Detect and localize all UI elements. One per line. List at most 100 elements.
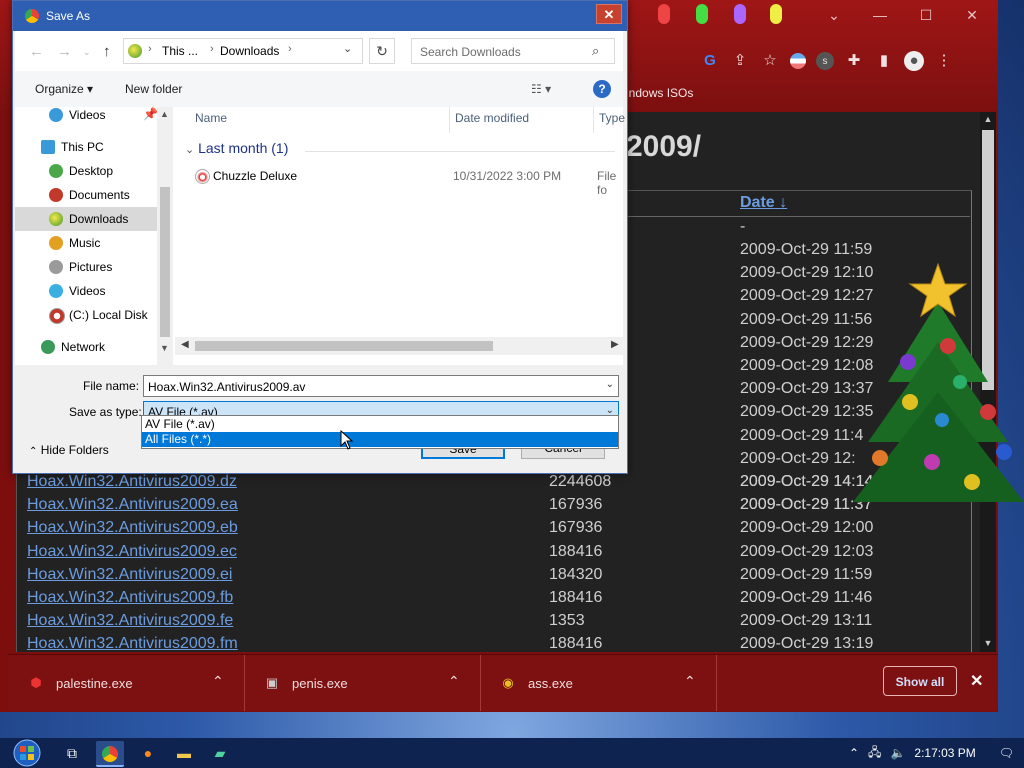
notification-icon[interactable]: 🗨 [999,746,1014,760]
file-link[interactable]: Hoax.Win32.Antivirus2009.ea [27,496,238,514]
file-link[interactable]: Hoax.Win32.Antivirus2009.fe [27,612,233,630]
download-filename[interactable]: penis.exe [292,676,348,691]
file-name-field[interactable]: ⌄ [143,375,619,398]
scroll-left-icon[interactable]: ◀ [181,339,189,350]
share-icon[interactable]: ⇪ [730,51,750,71]
close-icon[interactable]: ✕ [970,671,983,691]
save-type-option[interactable]: AV File (*.av) [142,417,618,432]
nav-item-videos-2[interactable]: Videos [15,279,157,303]
nav-item-documents[interactable]: Documents [15,183,157,207]
nav-item-downloads[interactable]: Downloads [15,207,157,231]
breadcrumb-this-pc[interactable]: This ... [162,44,198,58]
breadcrumb-downloads[interactable]: Downloads [220,44,279,58]
chevron-up-icon[interactable]: ⌃ [684,673,696,690]
download-item[interactable]: ◉ ass.exe ⌃ [480,655,717,711]
chevron-up-icon[interactable]: ⌃ [212,673,224,690]
type-column-header[interactable]: Type [599,111,625,125]
new-folder-button[interactable]: New folder [125,82,182,96]
search-box[interactable]: ⌕ [411,38,615,65]
chevron-down-icon[interactable]: ⌄ [185,144,194,156]
scroll-down-icon[interactable]: ▼ [160,343,169,353]
tab-search-icon[interactable]: ⌄ [814,4,854,26]
date-column-header[interactable]: Date modified [455,111,529,125]
search-icon[interactable]: ⌕ [592,43,599,59]
breadcrumb-chevron-icon[interactable]: › [148,43,152,55]
extension-flag-icon[interactable] [790,53,806,69]
chevron-down-icon[interactable]: ⌄ [606,379,614,390]
save-type-option-selected[interactable]: All Files (*.*) [142,432,618,447]
scroll-right-icon[interactable]: ▶ [611,339,619,350]
dialog-close-button[interactable]: ✕ [596,4,622,24]
download-item[interactable]: ▣ penis.exe ⌃ [244,655,481,711]
menu-kebab-icon[interactable]: ⋮ [934,51,954,71]
chevron-up-icon[interactable]: ⌃ [849,746,859,760]
start-button-icon[interactable] [10,738,44,768]
search-input[interactable] [412,39,598,65]
refresh-icon[interactable]: ↻ [369,38,395,64]
dialog-titlebar[interactable]: Save As ✕ [13,1,627,31]
close-window-button[interactable]: ✕ [952,4,992,26]
nav-item-videos[interactable]: Videos 📌 [15,107,158,127]
file-link[interactable]: Hoax.Win32.Antivirus2009.eb [27,519,238,537]
network-icon[interactable]: 🖧 [868,743,881,764]
nav-item-desktop[interactable]: Desktop [15,159,157,183]
address-dropdown-icon[interactable]: ⌄ [343,42,352,55]
firefox-taskbar-icon[interactable]: ● [134,741,162,765]
recent-dropdown-icon[interactable]: ⌄ [83,47,91,58]
nav-item-local-disk[interactable]: (C:) Local Disk [15,303,157,327]
chrome-taskbar-icon[interactable] [96,741,124,767]
side-panel-icon[interactable]: ▮ [874,51,894,71]
google-icon[interactable]: G [700,51,720,71]
chevron-up-icon[interactable]: ⌃ [448,673,460,690]
file-group-header[interactable]: ⌄ Last month (1) [185,140,288,156]
minimize-button[interactable]: — [860,4,900,26]
file-explorer-icon[interactable]: ▬ [170,741,198,765]
task-view-icon[interactable]: ⧉ [58,741,86,765]
breadcrumb-chevron-icon[interactable]: › [288,43,292,55]
extension-s-icon[interactable]: s [816,52,834,70]
download-filename[interactable]: ass.exe [528,676,573,691]
scroll-up-icon[interactable]: ▲ [160,109,169,119]
download-item[interactable]: ⬢ palestine.exe ⌃ [8,655,245,711]
file-link[interactable]: Hoax.Win32.Antivirus2009.fm [27,635,238,652]
up-arrow-icon[interactable]: ↑ [103,43,111,60]
file-link[interactable]: Hoax.Win32.Antivirus2009.ei [27,566,232,584]
breadcrumb-chevron-icon[interactable]: › [210,43,214,55]
column-divider[interactable] [593,107,594,133]
download-filename[interactable]: palestine.exe [56,676,133,691]
show-all-button[interactable]: Show all [883,666,957,696]
organize-button[interactable]: Organize ▾ [35,82,93,96]
volume-icon[interactable]: 🔈 [890,746,905,760]
scroll-up-icon[interactable]: ▲ [982,114,994,126]
hide-folders-toggle[interactable]: ⌃ Hide Folders [29,443,109,457]
nav-item-this-pc[interactable]: This PC [15,135,157,159]
clock[interactable]: 2:17:03 PM [914,746,975,760]
date-column-header[interactable]: Date ↓ [740,194,787,212]
file-row[interactable]: Chuzzle Deluxe 10/31/2022 3:00 PM File f… [191,165,621,197]
nav-item-pictures[interactable]: Pictures [15,255,157,279]
column-divider[interactable] [449,107,450,133]
file-name-input[interactable] [144,376,600,398]
bookmark-star-icon[interactable]: ☆ [760,51,780,71]
file-horizontal-scrollbar[interactable]: ◀ ▶ [175,337,623,355]
bookmark-windows-isos[interactable]: indows ISOs [626,86,693,100]
forward-arrow-icon[interactable]: → [57,43,72,60]
scrollbar-thumb[interactable] [160,187,170,337]
file-link[interactable]: Hoax.Win32.Antivirus2009.ec [27,543,237,561]
navpane-scrollbar[interactable]: ▲ ▼ [157,107,173,373]
app-taskbar-icon[interactable]: ▰ [206,741,234,765]
help-icon[interactable]: ? [593,80,611,98]
back-arrow-icon[interactable]: ← [29,43,44,60]
address-bar[interactable]: › This ... › Downloads › [123,38,363,64]
profile-avatar-icon[interactable]: ● [904,51,924,71]
nav-item-music[interactable]: Music [15,231,157,255]
scroll-down-icon[interactable]: ▼ [982,638,994,650]
view-options-icon[interactable]: ☷ ▾ [531,82,551,96]
date-header-label[interactable]: Date [740,194,775,211]
file-link[interactable]: Hoax.Win32.Antivirus2009.fb [27,589,233,607]
file-link[interactable]: Hoax.Win32.Antivirus2009.dz [27,473,237,491]
nav-item-network[interactable]: Network [15,335,157,359]
maximize-button[interactable]: ☐ [906,4,946,26]
name-column-header[interactable]: Name [195,111,227,125]
extensions-puzzle-icon[interactable]: ✚ [844,51,864,71]
